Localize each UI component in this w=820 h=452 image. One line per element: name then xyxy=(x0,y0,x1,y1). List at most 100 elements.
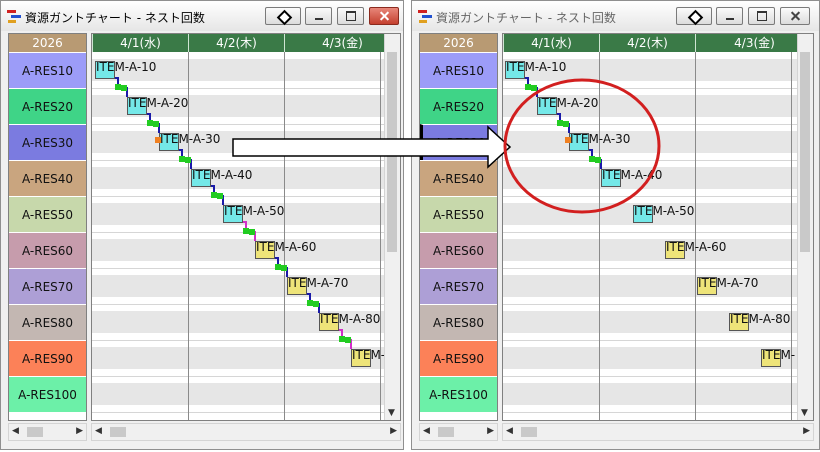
year-header: 2026 xyxy=(9,34,86,52)
gantt-hscrollbar[interactable]: ◀ ▶ xyxy=(502,423,814,441)
scrollbar-thumb[interactable] xyxy=(800,52,810,252)
scroll-left-arrow-icon[interactable]: ◀ xyxy=(423,426,430,436)
scroll-down-arrow-icon[interactable]: ▼ xyxy=(388,408,395,418)
resource-row[interactable]: A-RES70 xyxy=(420,268,497,304)
link-node xyxy=(281,265,287,271)
item-label: ITEM-A-50 xyxy=(224,204,285,218)
resource-row[interactable]: A-RES20 xyxy=(420,88,497,124)
title-bar[interactable]: 資源ガントチャート - ネスト回数 xyxy=(1,1,403,31)
resource-row[interactable]: A-RES30 xyxy=(420,124,497,160)
item-label: ITEM-A-10 xyxy=(506,60,567,74)
app-icon xyxy=(7,9,21,23)
scroll-down-arrow-icon[interactable]: ▼ xyxy=(801,408,808,418)
diamond-toolbar-button[interactable] xyxy=(265,7,301,25)
link-node xyxy=(153,121,159,127)
minimize-button[interactable] xyxy=(305,7,332,25)
resource-row[interactable]: A-RES90 xyxy=(9,340,86,376)
title-bar[interactable]: 資源ガントチャート - ネスト回数 xyxy=(412,1,819,31)
link-node xyxy=(563,121,569,127)
status-marker xyxy=(155,137,161,143)
gantt-window-after: 資源ガントチャート - ネスト回数 2026 A-RES10 A-RES20 A-R… xyxy=(411,0,820,450)
resource-row[interactable]: A-RES50 xyxy=(9,196,86,232)
scroll-right-arrow-icon[interactable]: ▶ xyxy=(76,426,83,436)
vertical-scrollbar[interactable]: ▼ xyxy=(384,34,400,420)
resource-row[interactable]: A-RES100 xyxy=(9,376,86,412)
scroll-left-arrow-icon[interactable]: ◀ xyxy=(506,426,513,436)
scroll-left-arrow-icon[interactable]: ◀ xyxy=(12,426,19,436)
close-button[interactable] xyxy=(780,7,810,25)
item-label: ITEM-A-70 xyxy=(698,276,759,290)
gantt-window-before: 資源ガントチャート - ネスト回数 2026 A-RES10 A-RES20 A-R… xyxy=(0,0,404,450)
link-node xyxy=(211,192,217,198)
scrollbar-thumb[interactable] xyxy=(521,427,537,437)
gantt-chart[interactable]: 4/1(水) 4/2(木) 4/3(金) ITEM-A-10 ITEM-A-20 ITEM… xyxy=(91,33,401,421)
link-node xyxy=(115,84,121,90)
link-node xyxy=(339,336,345,342)
link-node xyxy=(275,264,281,270)
gantt-chart[interactable]: 4/1(水) 4/2(木) 4/3(金) ITEM-A-10 ITEM-A-20 ITEM… xyxy=(502,33,814,421)
item-label: ITEM-A-70 xyxy=(288,276,349,290)
item-label: ITEM-A-40 xyxy=(602,168,663,182)
resource-row[interactable]: A-RES10 xyxy=(420,52,497,88)
minimize-button[interactable] xyxy=(716,7,743,25)
resource-row[interactable]: A-RES100 xyxy=(420,376,497,412)
link-node xyxy=(557,120,563,126)
item-label: ITEM-A-40 xyxy=(192,168,253,182)
link-node xyxy=(307,300,313,306)
item-label: ITEM-A-50 xyxy=(634,204,695,218)
resource-hscrollbar[interactable]: ◀ ▶ xyxy=(8,423,87,441)
resource-row[interactable]: A-RES60 xyxy=(9,232,86,268)
scroll-right-arrow-icon[interactable]: ▶ xyxy=(487,426,494,436)
resource-list: 2026 A-RES10 A-RES20 A-RES30 A-RES40 A-RES50… xyxy=(419,33,498,421)
item-label: ITEM-A-10 xyxy=(96,60,157,74)
link-node xyxy=(179,156,185,162)
item-label: ITEM-A-30 xyxy=(160,132,221,146)
resource-row[interactable]: A-RES50 xyxy=(420,196,497,232)
link-node xyxy=(595,157,601,163)
resource-row[interactable]: A-RES70 xyxy=(9,268,86,304)
scrollbar-thumb[interactable] xyxy=(110,427,126,437)
item-label: ITEM-A-80 xyxy=(320,312,381,326)
vertical-scrollbar[interactable]: ▼ xyxy=(797,34,813,420)
scroll-right-arrow-icon[interactable]: ▶ xyxy=(803,426,810,436)
scrollbar-thumb[interactable] xyxy=(387,52,397,252)
diamond-toolbar-button[interactable] xyxy=(676,7,712,25)
item-label: ITEM-A-20 xyxy=(538,96,599,110)
resource-row[interactable]: A-RES40 xyxy=(420,160,497,196)
close-button[interactable] xyxy=(369,7,399,25)
item-label: ITEM- xyxy=(762,348,796,362)
gantt-hscrollbar[interactable]: ◀ ▶ xyxy=(91,423,401,441)
link-node xyxy=(313,301,319,307)
item-label: ITEM-A-30 xyxy=(570,132,631,146)
link-node xyxy=(525,84,531,90)
item-label: ITEM-A-60 xyxy=(256,240,317,254)
resource-row[interactable]: A-RES80 xyxy=(420,304,497,340)
scrollbar-thumb[interactable] xyxy=(438,427,454,437)
resource-list: 2026 A-RES10 A-RES20 A-RES30 A-RES40 A-RES50… xyxy=(8,33,87,421)
resource-row[interactable]: A-RES10 xyxy=(9,52,86,88)
link-node xyxy=(147,120,153,126)
resource-row[interactable]: A-RES60 xyxy=(420,232,497,268)
resource-row[interactable]: A-RES40 xyxy=(9,160,86,196)
scrollbar-thumb[interactable] xyxy=(27,427,43,437)
link-node xyxy=(531,85,537,91)
link-node xyxy=(243,228,249,234)
item-label: ITEM-A-80 xyxy=(730,312,791,326)
scroll-right-arrow-icon[interactable]: ▶ xyxy=(390,426,397,436)
resource-row[interactable]: A-RES30 xyxy=(9,124,86,160)
scroll-left-arrow-icon[interactable]: ◀ xyxy=(95,426,102,436)
link-node xyxy=(589,156,595,162)
resource-hscrollbar[interactable]: ◀ ▶ xyxy=(419,423,498,441)
window-title: 資源ガントチャート - ネスト回数 xyxy=(436,11,616,25)
maximize-button[interactable] xyxy=(748,7,775,25)
maximize-button[interactable] xyxy=(337,7,364,25)
link-node xyxy=(185,157,191,163)
resource-row[interactable]: A-RES80 xyxy=(9,304,86,340)
status-marker xyxy=(565,137,571,143)
link-node xyxy=(121,85,127,91)
resource-row[interactable]: A-RES90 xyxy=(420,340,497,376)
resource-row[interactable]: A-RES20 xyxy=(9,88,86,124)
item-label: ITEM- xyxy=(352,348,386,362)
item-label: ITEM-A-60 xyxy=(666,240,727,254)
link-node xyxy=(217,193,223,199)
